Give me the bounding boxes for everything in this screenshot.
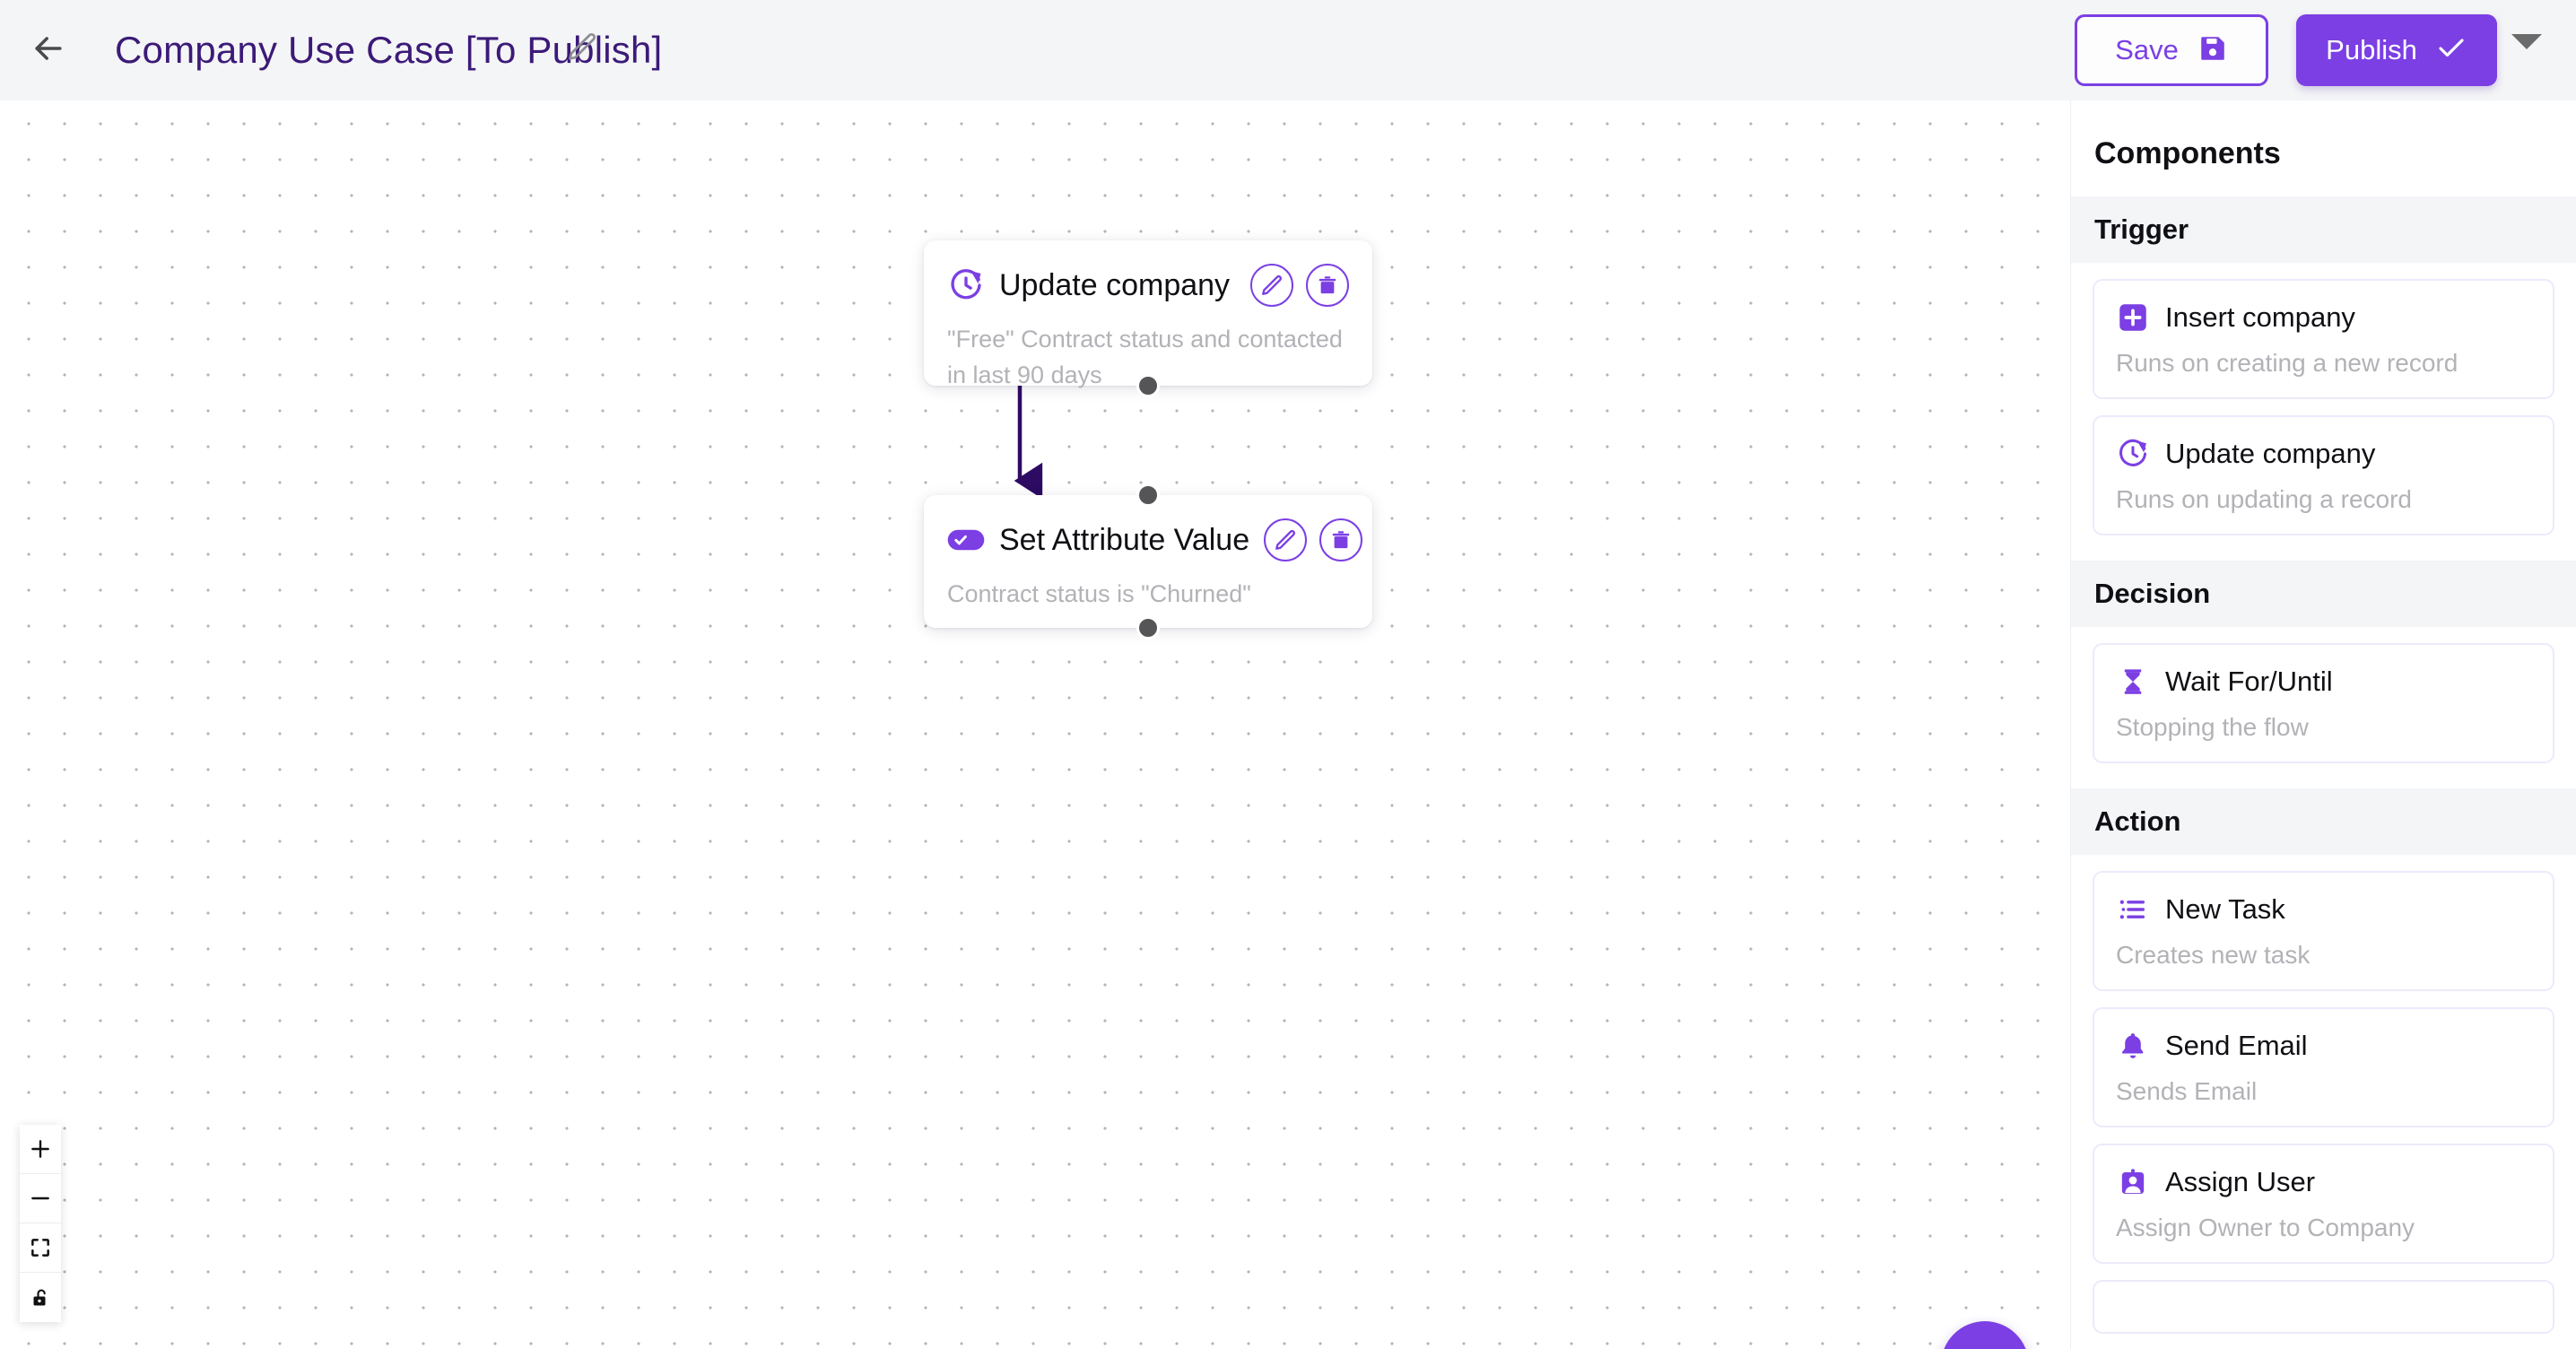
component-header: Insert company xyxy=(2116,300,2531,335)
component-label: New Task xyxy=(2165,893,2285,925)
component-header: New Task xyxy=(2116,892,2531,927)
app-header: Company Use Case [To Publish] Save Publi… xyxy=(0,0,2576,100)
component-label: Wait For/Until xyxy=(2165,666,2333,697)
component-label: Update company xyxy=(2165,438,2376,469)
node-edit-button[interactable] xyxy=(1264,518,1308,561)
flow-node-update-company[interactable]: Update company "Free" Contract status an… xyxy=(924,240,1372,397)
component-item-insert-company[interactable]: Insert company Runs on creating a new re… xyxy=(2093,279,2554,399)
pencil-icon xyxy=(1262,275,1282,295)
node-title: Update company xyxy=(999,267,1231,302)
node-edit-button[interactable] xyxy=(1250,264,1293,307)
component-header: Send Email xyxy=(2116,1029,2531,1063)
flow-node-set-attribute-value[interactable]: Set Attribute Value Contract status is "… xyxy=(924,483,1372,640)
pencil-icon xyxy=(1275,530,1296,550)
minus-icon xyxy=(31,1197,49,1200)
node-action-buttons xyxy=(1264,518,1363,561)
component-label: Insert company xyxy=(2165,301,2355,333)
publish-button[interactable]: Publish xyxy=(2296,14,2497,86)
component-description: Assign Owner to Company xyxy=(2116,1214,2415,1241)
node-delete-button[interactable] xyxy=(1319,518,1363,561)
publish-options-dropdown[interactable] xyxy=(2511,34,2542,65)
component-description: Creates new task xyxy=(2116,941,2311,969)
hourglass-icon xyxy=(2116,665,2150,699)
bell-icon xyxy=(2116,1029,2150,1063)
lock-toggle-button[interactable] xyxy=(20,1273,61,1322)
sidebar-group-header-action: Action xyxy=(2071,788,2576,855)
unlock-icon xyxy=(33,1289,46,1305)
fit-view-button[interactable] xyxy=(20,1223,61,1273)
component-label: Assign User xyxy=(2165,1166,2316,1197)
zoom-in-button[interactable] xyxy=(20,1125,61,1174)
node-action-buttons xyxy=(1250,264,1349,307)
node-header: Update company xyxy=(924,240,1372,307)
chevron-down-icon xyxy=(2511,34,2542,49)
component-description: Stopping the flow xyxy=(2116,713,2309,741)
title-edit-button[interactable] xyxy=(561,27,604,70)
node-output-handle[interactable] xyxy=(1136,374,1160,397)
list-icon xyxy=(2116,892,2150,927)
close-x-icon xyxy=(1962,1342,2008,1349)
component-header: Assign User xyxy=(2116,1165,2531,1199)
pencil-icon xyxy=(566,30,598,67)
sidebar-group-header-trigger: Trigger xyxy=(2071,196,2576,263)
plus-icon xyxy=(31,1140,49,1158)
trash-icon xyxy=(1332,531,1350,549)
arrow-left-icon xyxy=(29,29,68,73)
trash-icon xyxy=(1318,276,1336,294)
component-item-wait-for-until[interactable]: Wait For/Until Stopping the flow xyxy=(2093,643,2554,763)
node-input-handle[interactable] xyxy=(1136,483,1160,507)
component-item-new-task[interactable]: New Task Creates new task xyxy=(2093,871,2554,991)
node-title: Set Attribute Value xyxy=(999,522,1250,557)
clock-refresh-icon xyxy=(947,266,985,304)
component-header: Update company xyxy=(2116,437,2531,471)
components-panel-title: Components xyxy=(2094,136,2281,170)
component-item-send-email[interactable]: Send Email Sends Email xyxy=(2093,1007,2554,1127)
component-item-partial[interactable] xyxy=(2093,1280,2554,1334)
node-delete-button[interactable] xyxy=(1306,264,1349,307)
fit-view-icon xyxy=(31,1239,49,1257)
floppy-disk-icon xyxy=(2197,33,2228,68)
canvas-view-controls xyxy=(20,1125,61,1322)
component-label: Send Email xyxy=(2165,1030,2308,1061)
toggle-check-icon xyxy=(947,521,985,559)
sidebar-group-header-decision: Decision xyxy=(2071,561,2576,627)
component-header: Wait For/Until xyxy=(2116,665,2531,699)
component-item-assign-user[interactable]: Assign User Assign Owner to Company xyxy=(2093,1144,2554,1264)
component-item-update-company[interactable]: Update company Runs on updating a record xyxy=(2093,415,2554,535)
node-description: Contract status is "Churned" xyxy=(947,580,1251,607)
check-icon xyxy=(2435,32,2467,69)
node-output-handle[interactable] xyxy=(1136,616,1160,640)
publish-button-label: Publish xyxy=(2326,34,2417,65)
component-description: Runs on updating a record xyxy=(2116,485,2412,513)
save-button[interactable]: Save xyxy=(2075,14,2268,86)
components-sidebar: Components Trigger Insert company Runs o… xyxy=(2070,100,2576,1349)
plus-square-icon xyxy=(2116,300,2150,335)
back-button[interactable] xyxy=(25,27,72,74)
zoom-out-button[interactable] xyxy=(20,1174,61,1223)
id-badge-icon xyxy=(2116,1165,2150,1199)
save-button-label: Save xyxy=(2115,34,2179,65)
clock-refresh-icon xyxy=(2116,437,2150,471)
component-description: Sends Email xyxy=(2116,1077,2258,1105)
flow-canvas[interactable]: Update company "Free" Contract status an… xyxy=(0,100,2070,1349)
component-description: Runs on creating a new record xyxy=(2116,349,2459,377)
